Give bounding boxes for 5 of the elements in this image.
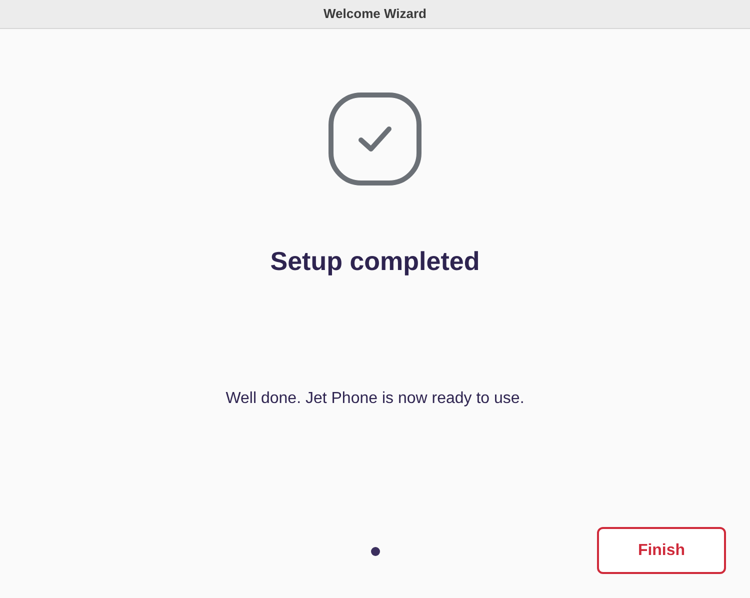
checkmark-icon — [328, 92, 422, 186]
finish-button[interactable]: Finish — [597, 527, 726, 574]
window-title: Welcome Wizard — [324, 5, 426, 24]
message: Well done. Jet Phone is now ready to use. — [226, 389, 524, 409]
heading: Setup completed — [270, 245, 480, 278]
